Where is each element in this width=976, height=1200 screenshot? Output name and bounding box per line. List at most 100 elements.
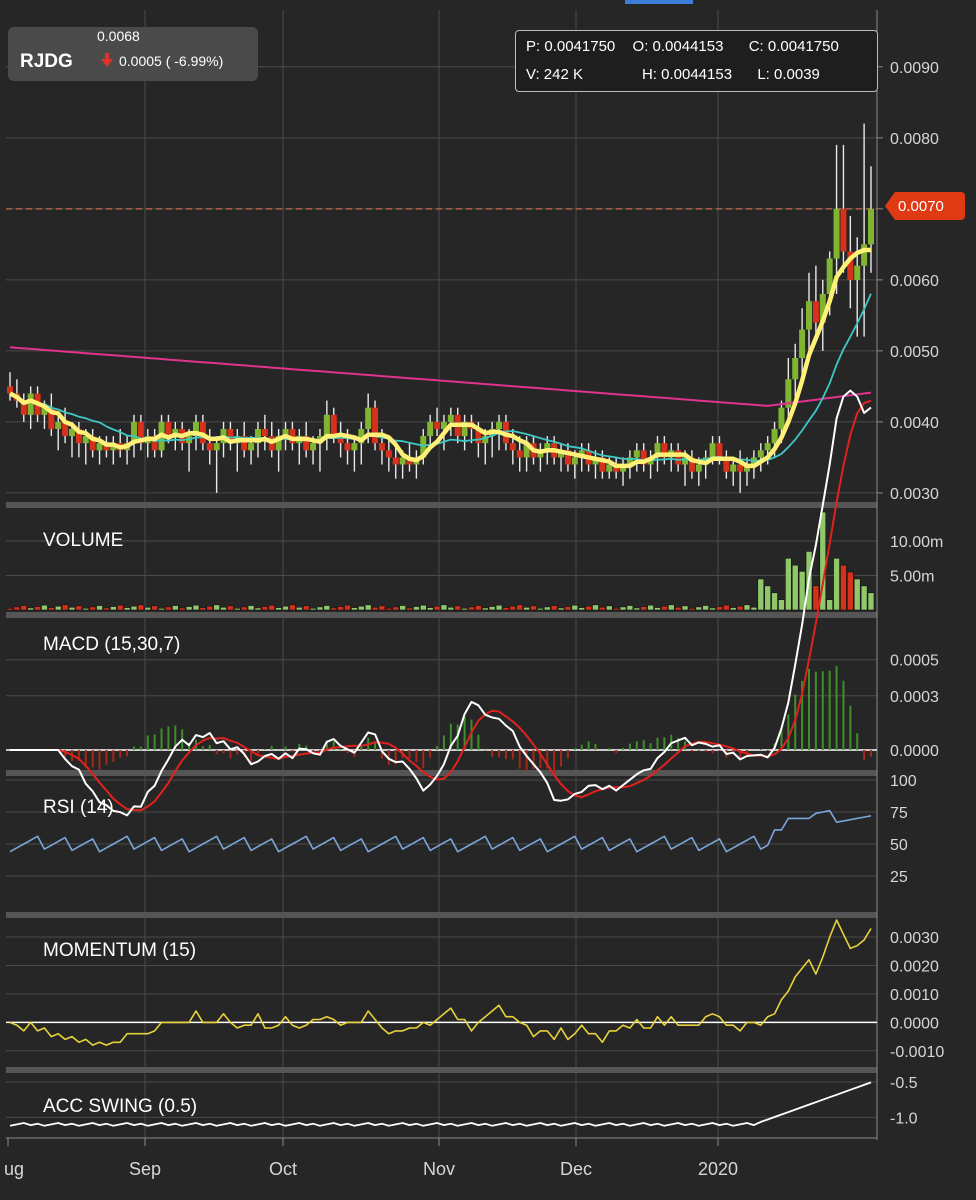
volume-bar xyxy=(275,607,282,611)
rsi-y-tick-label: 100 xyxy=(890,773,917,790)
volume-bar xyxy=(709,607,716,611)
candle-body xyxy=(516,450,523,458)
volume-bar xyxy=(550,605,558,611)
top-tab-indicator[interactable] xyxy=(625,0,693,4)
volume-bar xyxy=(316,606,324,611)
volume-bar xyxy=(13,606,21,611)
volume-bar xyxy=(612,607,620,611)
candle-body xyxy=(434,421,441,429)
price-y-tick-label: 0.0040 xyxy=(890,415,939,432)
current-price-value: 0.0070 xyxy=(898,198,944,215)
momentum-label: MOMENTUM (15) xyxy=(43,940,197,961)
volume-bar xyxy=(661,605,668,611)
candle-body xyxy=(757,450,764,458)
volume-bar xyxy=(585,605,592,611)
ohlc-info-box: P: 0.0041750 O: 0.0044153 C: 0.0041750 V… xyxy=(515,30,878,92)
volume-bar xyxy=(433,605,441,611)
volume-bar xyxy=(75,605,83,611)
volume-bar xyxy=(82,607,90,611)
candle-body xyxy=(716,443,723,458)
volume-bar xyxy=(826,599,833,611)
ticker-last-price: 0.0068 xyxy=(97,28,140,44)
volume-bar xyxy=(6,607,14,611)
volume-bar xyxy=(27,607,34,611)
volume-bar xyxy=(295,606,303,611)
volume-bar xyxy=(227,605,234,611)
volume-bar xyxy=(750,606,758,611)
x-tick-label: ug xyxy=(4,1159,24,1179)
candle-body xyxy=(792,357,799,380)
ticker-box[interactable]: 0.0068 RJDG 0.0005 ( -6.99%) xyxy=(8,27,258,81)
volume-bar xyxy=(743,604,751,611)
macd-label: MACD (15,30,7) xyxy=(43,634,181,655)
rsi-y-tick-label: 25 xyxy=(890,869,908,886)
candle-body xyxy=(372,407,379,444)
volume-bar xyxy=(41,604,48,611)
candle-body xyxy=(206,443,213,451)
ohlc-o-label: O: xyxy=(632,38,649,55)
macd-y-tick-label: 0.0005 xyxy=(890,653,939,670)
panel-separator xyxy=(6,912,877,918)
volume-bar xyxy=(371,606,379,611)
stock-chart[interactable]: 0.0090 0.0080 0.0070 0.0060 0.0050 0.0040 0.00… xyxy=(0,0,976,1200)
volume-bar xyxy=(392,606,400,611)
volume-bar xyxy=(158,607,165,611)
macd-panel[interactable] xyxy=(6,389,877,817)
candle-body xyxy=(633,450,640,458)
momentum-y-tick-label: 0.0020 xyxy=(890,958,939,975)
volume-bar xyxy=(481,607,489,611)
volume-bar xyxy=(778,599,785,611)
candle-body xyxy=(799,329,806,358)
volume-bar xyxy=(557,607,565,611)
candle-body xyxy=(571,457,578,465)
volume-label: VOLUME xyxy=(43,530,124,551)
volume-bar xyxy=(110,606,117,611)
ohlc-h-label: H: xyxy=(641,66,657,83)
ticker-change: 0.0005 ( -6.99%) xyxy=(119,53,224,69)
volume-bar xyxy=(413,606,420,611)
volume-bar xyxy=(853,578,861,611)
volume-bar xyxy=(702,605,709,611)
volume-bar xyxy=(192,604,200,611)
acc-y-tick-label: -1.0 xyxy=(890,1110,918,1127)
candle-body xyxy=(261,428,268,437)
candle-body xyxy=(55,421,62,429)
volume-panel[interactable] xyxy=(6,511,875,611)
volume-bar xyxy=(530,605,537,611)
candle-body xyxy=(447,414,454,422)
ohlc-l-label: L: xyxy=(757,66,770,83)
momentum-panel[interactable] xyxy=(6,919,877,1046)
volume-y-tick-label: 10.00m xyxy=(890,534,943,551)
volume-bar xyxy=(605,605,613,611)
momentum-y-tick-label: 0.0000 xyxy=(890,1015,939,1032)
panel-separators xyxy=(6,10,878,1140)
x-tick-label: Dec xyxy=(560,1159,592,1179)
candle-body xyxy=(427,421,434,437)
candle-body xyxy=(509,443,516,451)
momentum-line xyxy=(9,919,872,1046)
volume-bar xyxy=(771,592,778,611)
volume-bar xyxy=(151,605,158,611)
volume-bar xyxy=(61,604,69,611)
x-tick-label: 2020 xyxy=(698,1159,738,1179)
volume-bar xyxy=(419,604,427,611)
candle-body xyxy=(806,301,813,330)
candle-body xyxy=(344,443,351,451)
candle-body xyxy=(695,464,702,472)
volume-bar xyxy=(378,605,386,611)
x-tick-label: Nov xyxy=(423,1159,455,1179)
x-axis-labels: ug Sep Oct Nov Dec 2020 xyxy=(4,1138,738,1179)
candle-body xyxy=(330,414,337,437)
panel-separator xyxy=(6,770,877,776)
price-panel[interactable] xyxy=(6,123,877,493)
volume-bar xyxy=(461,607,468,611)
volume-bar xyxy=(54,605,62,611)
volume-bar xyxy=(723,604,730,611)
volume-bar xyxy=(447,606,455,611)
volume-bar xyxy=(172,605,179,611)
volume-bar xyxy=(633,607,641,611)
price-y-tick-label: 0.0080 xyxy=(890,131,939,148)
rsi-panel[interactable] xyxy=(9,809,872,853)
volume-bar xyxy=(323,605,331,611)
volume-bar xyxy=(688,607,696,611)
